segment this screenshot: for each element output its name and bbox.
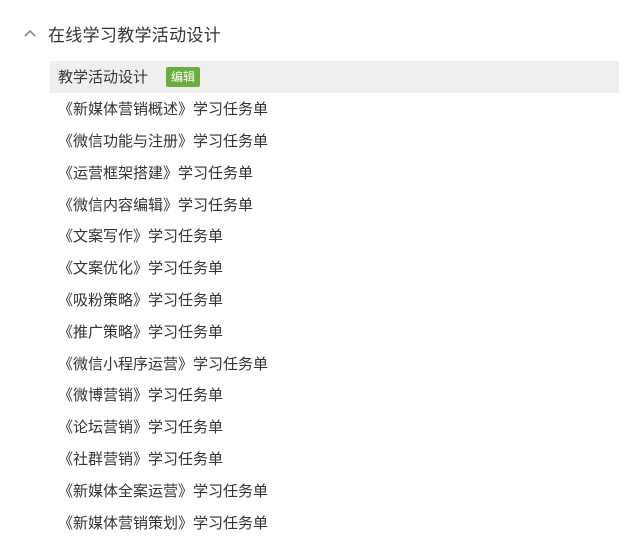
list-item[interactable]: 《微信内容编辑》学习任务单	[50, 188, 619, 220]
list-item-label: 《微信功能与注册》学习任务单	[58, 131, 269, 150]
list-item-label: 《社群营销》学习任务单	[58, 449, 224, 468]
list-item[interactable]: 《新媒体营销概述》学习任务单	[50, 93, 619, 125]
list-item[interactable]: 《文案优化》学习任务单	[50, 252, 619, 284]
list-item-label: 《文案写作》学习任务单	[58, 227, 224, 246]
list-item[interactable]: 《运营框架搭建》学习任务单	[50, 156, 619, 188]
section-title: 在线学习教学活动设计	[48, 25, 221, 46]
list-item[interactable]: 《论坛营销》学习任务单	[50, 411, 619, 443]
list-item[interactable]: 《文案写作》学习任务单	[50, 220, 619, 252]
list-item[interactable]: 《新媒体全案运营》学习任务单	[50, 474, 619, 506]
list-item-label: 《新媒体全案运营》学习任务单	[58, 481, 269, 500]
task-list: 教学活动设计 编辑 《新媒体营销概述》学习任务单 《微信功能与注册》学习任务单 …	[50, 61, 619, 538]
list-item[interactable]: 《吸粉策略》学习任务单	[50, 284, 619, 316]
list-item[interactable]: 《微博营销》学习任务单	[50, 379, 619, 411]
list-item-label: 《新媒体营销概述》学习任务单	[58, 100, 269, 119]
list-item-label: 《吸粉策略》学习任务单	[58, 290, 224, 309]
list-item-label: 《微信内容编辑》学习任务单	[58, 195, 254, 214]
list-item-active[interactable]: 教学活动设计 编辑	[50, 61, 619, 93]
list-item[interactable]: 《社群营销》学习任务单	[50, 443, 619, 475]
chevron-up-icon[interactable]	[20, 23, 40, 43]
list-item-label: 教学活动设计	[58, 68, 149, 87]
list-item-label: 《微博营销》学习任务单	[58, 386, 224, 405]
list-item-label: 《文案优化》学习任务单	[58, 259, 224, 278]
section-header[interactable]: 在线学习教学活动设计	[20, 18, 221, 48]
list-item[interactable]: 《推广策略》学习任务单	[50, 315, 619, 347]
list-item-label: 《论坛营销》学习任务单	[58, 418, 224, 437]
list-item-label: 《新媒体营销策划》学习任务单	[58, 513, 269, 532]
list-item[interactable]: 《微信功能与注册》学习任务单	[50, 125, 619, 157]
list-item-label: 《微信小程序运营》学习任务单	[58, 354, 269, 373]
list-item[interactable]: 《微信小程序运营》学习任务单	[50, 347, 619, 379]
list-item-label: 《运营框架搭建》学习任务单	[58, 163, 254, 182]
edit-button[interactable]: 编辑	[166, 66, 201, 87]
list-item[interactable]: 《新媒体营销策划》学习任务单	[50, 506, 619, 538]
list-item-label: 《推广策略》学习任务单	[58, 322, 224, 341]
